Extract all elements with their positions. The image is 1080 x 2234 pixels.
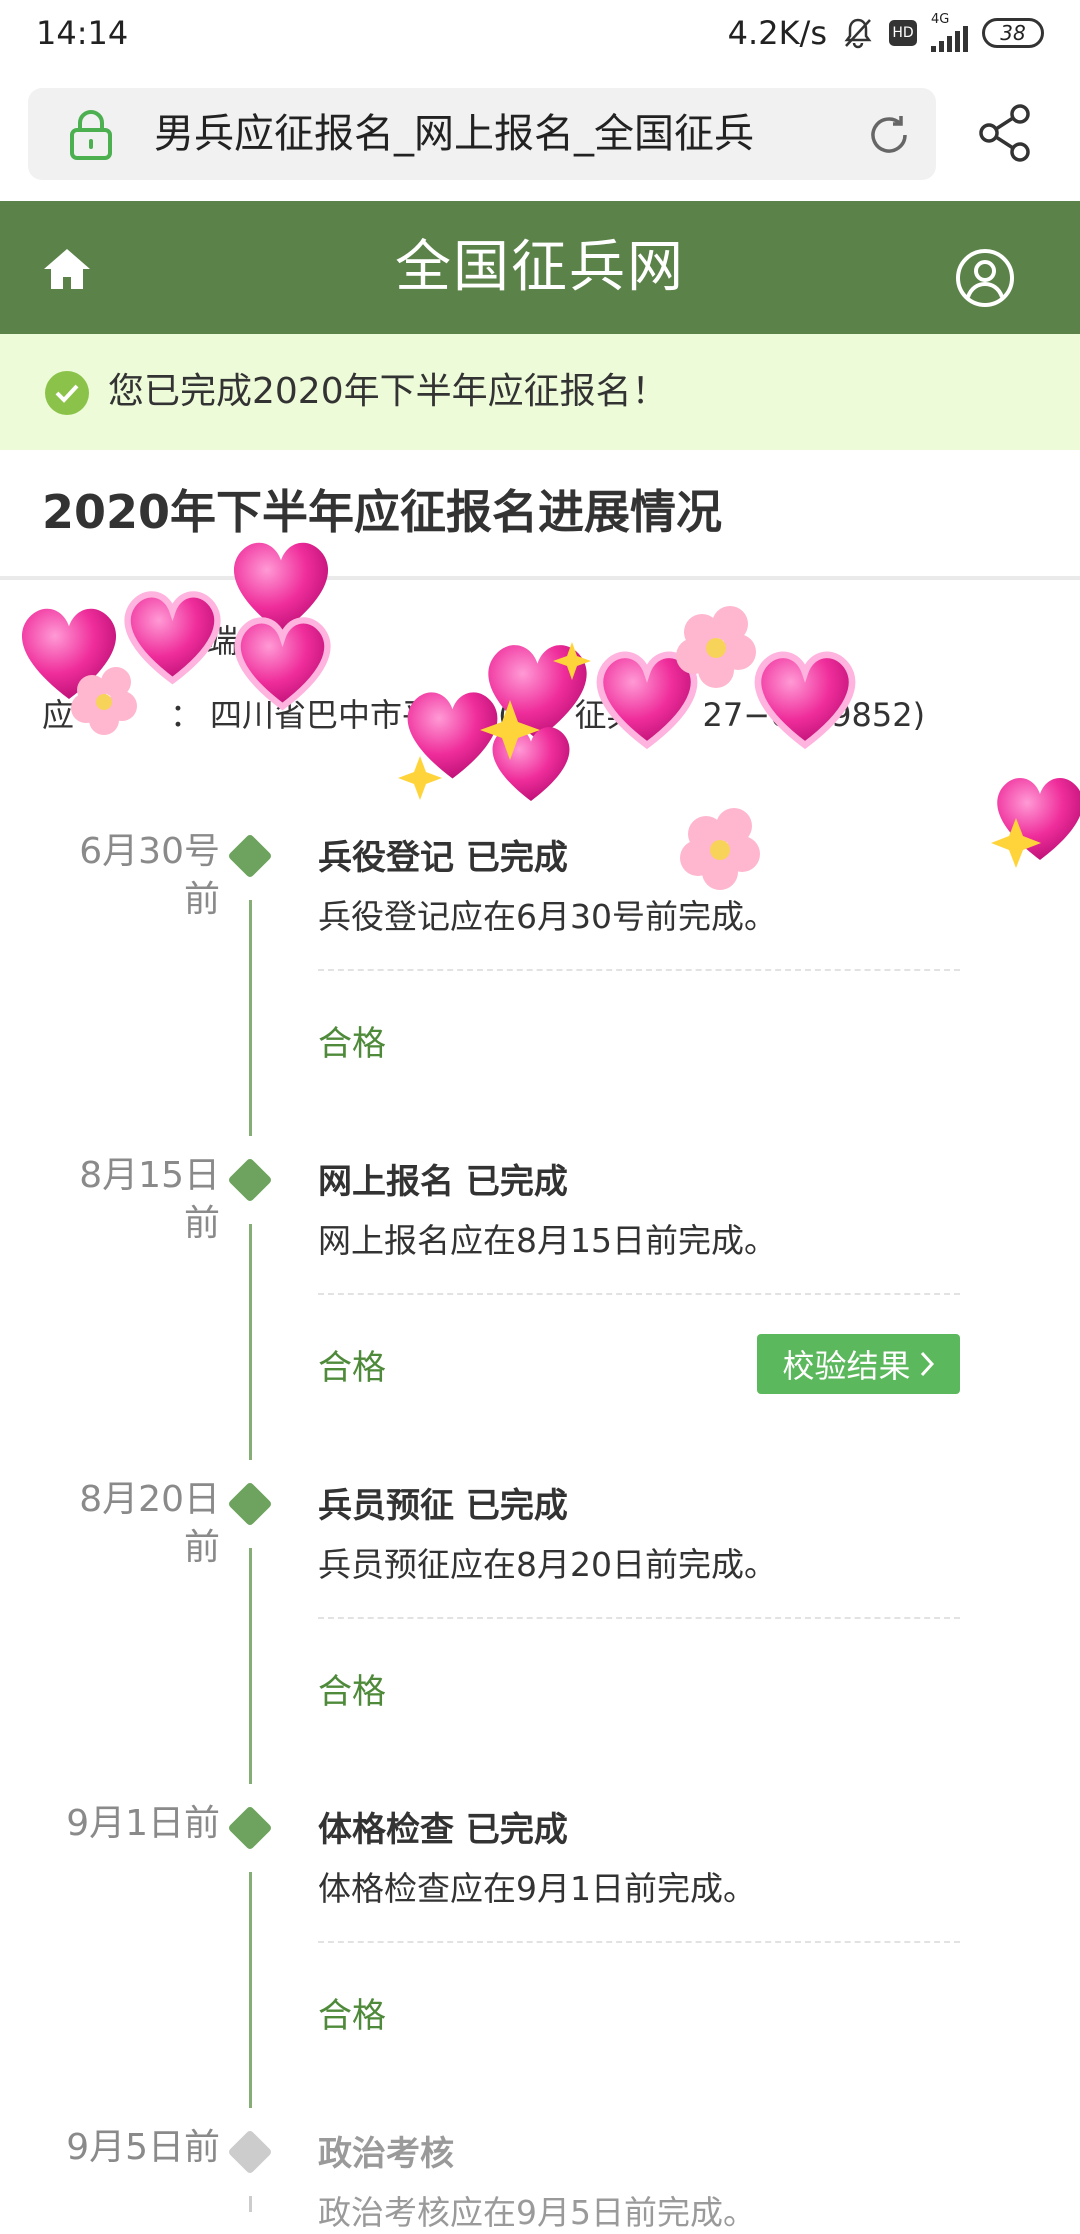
heart-icon: [21, 608, 117, 699]
site-header: 全国征兵网: [0, 201, 1080, 334]
step-date: 8月15日 前: [40, 1152, 220, 1248]
step-dot: [227, 1157, 273, 1203]
timeline-line: [249, 2196, 252, 2212]
step-title: 兵员预征 已完成: [318, 1486, 568, 1526]
step-date-line2: 前: [183, 879, 220, 920]
step-result: 合格: [318, 1024, 386, 1064]
flower-icon: [676, 606, 756, 688]
step-desc: 兵员预征应在8月20日前完成。: [318, 1545, 777, 1584]
step-dot: [227, 1805, 273, 1851]
step-date: 9月1日前: [40, 1800, 220, 1848]
step-date-line1: 9月5日前: [66, 2127, 220, 2168]
section-title: 2020年下半年应征报名进展情况: [42, 485, 723, 539]
timeline-line: [249, 1548, 252, 1784]
step-desc: 网上报名应在8月15日前完成。: [318, 1221, 777, 1260]
user-account-icon[interactable]: [954, 247, 1016, 309]
page-url-title[interactable]: 男兵应征报名_网上报名_全国征兵: [154, 88, 834, 180]
step-desc: 兵役登记应在6月30号前完成。: [318, 897, 777, 936]
network-speed: 4.2K/s: [727, 14, 827, 52]
verify-result-button[interactable]: 校验结果: [757, 1334, 960, 1394]
completion-notice: 您已完成2020年下半年应征报名！: [0, 334, 1080, 450]
mute-bell-icon: [841, 16, 875, 50]
flower-icon: [680, 808, 760, 890]
heart-icon: [124, 591, 221, 685]
step-date: 9月5日前: [40, 2124, 220, 2172]
step-title: 网上报名 已完成: [318, 1162, 568, 1202]
step-desc: 政治考核应在9月5日前完成。: [318, 2193, 756, 2232]
step-date-line2: 前: [183, 1203, 220, 1244]
step-date: 6月30号 前: [40, 828, 220, 924]
site-title: 全国征兵网: [395, 235, 685, 300]
step-divider: [318, 1293, 960, 1295]
hd-icon: HD: [889, 20, 917, 46]
step-dot: [227, 1481, 273, 1527]
step-divider: [318, 969, 960, 971]
step-date-line1: 6月30号: [79, 831, 220, 872]
share-icon[interactable]: [978, 104, 1032, 162]
step-result: 合格: [318, 1672, 386, 1712]
chevron-right-icon: [920, 1351, 934, 1377]
step-desc: 体格检查应在9月1日前完成。: [318, 1869, 756, 1908]
step-result: 合格: [318, 1348, 386, 1388]
step-title: 兵役登记 已完成: [318, 838, 568, 878]
battery-indicator: 38: [982, 18, 1044, 48]
address-bar[interactable]: 男兵应征报名_网上报名_全国征兵: [28, 88, 936, 180]
section-divider: [0, 576, 1080, 580]
step-dot: [227, 2129, 273, 2175]
status-icons: 4.2K/s HD 4G 38: [727, 12, 1044, 52]
step-date: 8月20日 前: [40, 1476, 220, 1572]
status-bar: 14:14 4.2K/s HD 4G 38: [0, 0, 1080, 66]
step-date-line1: 8月20日: [79, 1479, 220, 1520]
notice-text: 您已完成2020年下半年应征报名！: [108, 371, 668, 412]
step-date-line1: 9月1日前: [66, 1803, 220, 1844]
step-title: 政治考核: [318, 2134, 454, 2174]
timeline-line: [249, 1872, 252, 2108]
browser-bar: 男兵应征报名_网上报名_全国征兵: [0, 66, 1080, 201]
step-dot: [227, 833, 273, 879]
signal-icon: 4G: [931, 12, 968, 52]
status-time: 14:14: [36, 14, 129, 52]
reload-icon[interactable]: [864, 110, 914, 160]
heart-icon: [997, 778, 1080, 860]
timeline-line: [249, 900, 252, 1136]
network-type: 4G: [931, 12, 950, 27]
info-line-2-separator: ：: [170, 696, 203, 734]
step-result: 合格: [318, 1996, 386, 2036]
step-date-line1: 8月15日: [79, 1155, 220, 1196]
info-line-2-prefix: 应: [42, 696, 75, 734]
lock-icon: [70, 110, 112, 160]
info-line-2: 应 ：四川省巴中市平 (平 征兵办 27−6229852): [42, 690, 925, 736]
timeline-line: [249, 1224, 252, 1460]
step-divider: [318, 1941, 960, 1943]
step-date-line2: 前: [183, 1527, 220, 1568]
heart-icon: [492, 727, 570, 801]
heart-icon: [233, 542, 329, 633]
step-title: 体格检查 已完成: [318, 1810, 568, 1850]
info-line-2-text: 四川省巴中市平 (平 征兵办 27−6229852): [210, 696, 926, 734]
info-line-1: 端: [206, 622, 239, 660]
verify-result-label: 校验结果: [782, 1347, 911, 1385]
step-divider: [318, 1617, 960, 1619]
check-circle-icon: [45, 371, 89, 415]
